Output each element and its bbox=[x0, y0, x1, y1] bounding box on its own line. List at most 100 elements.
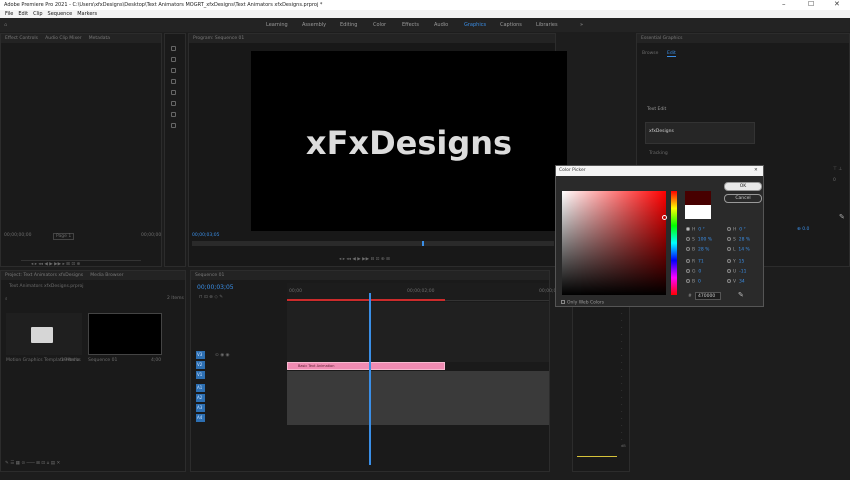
timeline-playhead[interactable] bbox=[369, 293, 371, 465]
workspace-graphics[interactable]: Graphics bbox=[464, 18, 486, 32]
rgb-b-row[interactable]: B 0 bbox=[686, 279, 701, 285]
video-track-area[interactable] bbox=[287, 302, 549, 362]
track-select-tool-icon[interactable] bbox=[171, 57, 176, 62]
audio-track-area[interactable] bbox=[287, 371, 549, 425]
program-playhead[interactable] bbox=[422, 241, 424, 246]
workspace-libraries[interactable]: Libraries bbox=[536, 18, 558, 32]
workspace-editing[interactable]: Editing bbox=[340, 18, 357, 32]
workspace-assembly[interactable]: Assembly bbox=[302, 18, 326, 32]
tab-media-browser[interactable]: Media Browser bbox=[90, 273, 123, 278]
radio-b[interactable] bbox=[686, 247, 690, 251]
radio-h[interactable] bbox=[686, 227, 690, 231]
transform-values[interactable]: ⊕ 0.0 bbox=[797, 227, 809, 232]
hsb-s-row[interactable]: S 100 % bbox=[686, 237, 712, 243]
tab-essential-graphics[interactable]: Essential Graphics bbox=[641, 36, 682, 41]
track-target-a1[interactable]: A1 bbox=[196, 384, 205, 392]
hand-tool-icon[interactable] bbox=[171, 112, 176, 117]
hsb-b-row[interactable]: B 28 % bbox=[686, 247, 709, 253]
menu-edit[interactable]: Edit bbox=[18, 11, 28, 17]
cancel-button[interactable]: Cancel bbox=[724, 194, 762, 203]
slip-tool-icon[interactable] bbox=[171, 90, 176, 95]
tab-audio-clip-mixer[interactable]: Audio Clip Mixer bbox=[45, 36, 81, 41]
tab-edit[interactable]: Edit bbox=[667, 51, 676, 57]
new-color-swatch bbox=[685, 191, 711, 205]
source-transport-icons[interactable]: ◂ ▸ ◂◂ ◀ ▶ ▶▶ ▸ ⊞ ⊡ ⊕ bbox=[31, 262, 80, 267]
rgb-r-row[interactable]: R 71 bbox=[686, 259, 704, 265]
tab-program[interactable]: Program: Sequence 01 bbox=[193, 36, 244, 41]
workspace-color[interactable]: Color bbox=[373, 18, 386, 32]
ripple-edit-tool-icon[interactable] bbox=[171, 68, 176, 73]
yuv-v-row[interactable]: V 34 bbox=[727, 279, 745, 285]
track-target-v1[interactable]: V1 bbox=[196, 371, 205, 379]
eyedropper-icon[interactable]: ✎ bbox=[839, 213, 845, 221]
hue-slider[interactable] bbox=[671, 191, 677, 295]
radio-g[interactable] bbox=[686, 269, 690, 273]
project-panel-header: Project: Text Animators xfxDesigns Media… bbox=[1, 271, 185, 280]
menu-file[interactable]: File bbox=[5, 11, 13, 17]
graphics-clip[interactable]: Basic Text Animation bbox=[287, 362, 445, 370]
hsl-s-row[interactable]: S 28 % bbox=[727, 237, 750, 243]
sequence-thumbnail[interactable] bbox=[88, 313, 162, 355]
align-icons[interactable]: ⊤ ⊥ bbox=[833, 167, 842, 172]
only-web-colors-checkbox[interactable] bbox=[561, 300, 565, 304]
close-button[interactable]: ✕ bbox=[834, 0, 840, 9]
track-header-icons[interactable]: ⊙ ◉ ◉ bbox=[215, 353, 229, 358]
tab-effect-controls[interactable]: Effect Controls bbox=[5, 36, 38, 41]
ok-button[interactable]: OK bbox=[724, 182, 762, 191]
tab-browse[interactable]: Browse bbox=[642, 51, 658, 56]
tab-metadata[interactable]: Metadata bbox=[89, 36, 110, 41]
bin-thumbnail[interactable] bbox=[6, 313, 82, 355]
hsl-h-row[interactable]: H 0 ° bbox=[727, 227, 746, 233]
workspaces-more-button[interactable]: » bbox=[580, 18, 583, 32]
track-target-a4[interactable]: A4 bbox=[196, 414, 205, 422]
razor-tool-icon[interactable] bbox=[171, 79, 176, 84]
track-target-a2[interactable]: A2 bbox=[196, 394, 205, 402]
only-web-colors-row[interactable]: Only Web Colors bbox=[561, 300, 604, 306]
eyedropper-icon[interactable]: ✎ bbox=[738, 291, 744, 299]
maximize-button[interactable]: ☐ bbox=[808, 0, 814, 9]
selection-tool-icon[interactable] bbox=[171, 46, 176, 51]
workspace-learning[interactable]: Learning bbox=[266, 18, 288, 32]
tab-project[interactable]: Project: Text Animators xfxDesigns bbox=[5, 273, 83, 278]
rgb-g-row[interactable]: G 0 bbox=[686, 269, 701, 275]
hsb-h-row[interactable]: H 0 ° bbox=[686, 227, 705, 233]
radio-rgb-b[interactable] bbox=[686, 279, 690, 283]
workspace-captions[interactable]: Captions bbox=[500, 18, 522, 32]
hex-input[interactable]: 470000 bbox=[695, 292, 721, 300]
source-transport-divider bbox=[21, 260, 141, 261]
pen-tool-icon[interactable] bbox=[171, 101, 176, 106]
yuv-y-row[interactable]: Y 15 bbox=[727, 259, 744, 265]
project-panel: Project: Text Animators xfxDesigns Media… bbox=[0, 270, 186, 472]
project-search-icon[interactable]: ⌕ bbox=[5, 296, 8, 302]
track-target-v3[interactable]: V3 bbox=[196, 351, 205, 359]
program-scrubber[interactable] bbox=[192, 241, 554, 246]
radio-s[interactable] bbox=[686, 237, 690, 241]
program-preview[interactable]: xFxDesigns bbox=[251, 51, 567, 231]
hsl-l-row[interactable]: L 14 % bbox=[727, 247, 750, 253]
align-value: 0 bbox=[833, 178, 836, 183]
yuv-u-row[interactable]: U -11 bbox=[727, 269, 747, 275]
timeline-ruler[interactable]: 00;00 00;00;02;00 00;00;04;00 bbox=[287, 283, 566, 301]
tab-sequence[interactable]: Sequence 01 bbox=[195, 273, 224, 278]
menu-markers[interactable]: Markers bbox=[77, 11, 97, 17]
minimize-button[interactable]: – bbox=[782, 0, 786, 9]
home-icon[interactable]: ⌂ bbox=[4, 18, 7, 32]
text-edit-field[interactable]: xfxDesigns bbox=[645, 122, 755, 144]
menu-clip[interactable]: Clip bbox=[33, 11, 42, 17]
workspace-audio[interactable]: Audio bbox=[434, 18, 448, 32]
timeline-tool-icons[interactable]: ⊓ ⊡ ⊕ ◇ ✎ bbox=[199, 295, 223, 300]
color-field-cursor[interactable] bbox=[662, 215, 667, 220]
track-target-a3[interactable]: A3 bbox=[196, 404, 205, 412]
program-transport-icons[interactable]: ◂ ▸ ◂◂ ◀ ▶ ▶▶ ⊟ ⊡ ⊕ ⊞ bbox=[339, 257, 390, 262]
source-fit-dropdown[interactable]: Page 1 bbox=[53, 233, 75, 240]
radio-r[interactable] bbox=[686, 259, 690, 263]
menu-sequence[interactable]: Sequence bbox=[48, 11, 73, 17]
color-field[interactable] bbox=[562, 191, 667, 295]
track-target-v2[interactable]: V2 bbox=[196, 361, 205, 369]
color-picker-close-icon[interactable]: ✕ bbox=[754, 166, 758, 176]
ruler-label-1: 00;00;02;00 bbox=[407, 289, 435, 294]
work-area-bar[interactable] bbox=[287, 299, 445, 301]
project-footer-icons[interactable]: ✎ ☰ ▦ ⊙ ─── ⊞ ⊡ ⌂ ▤ ✕ bbox=[5, 461, 60, 466]
workspace-effects[interactable]: Effects bbox=[402, 18, 419, 32]
type-tool-icon[interactable] bbox=[171, 123, 176, 128]
